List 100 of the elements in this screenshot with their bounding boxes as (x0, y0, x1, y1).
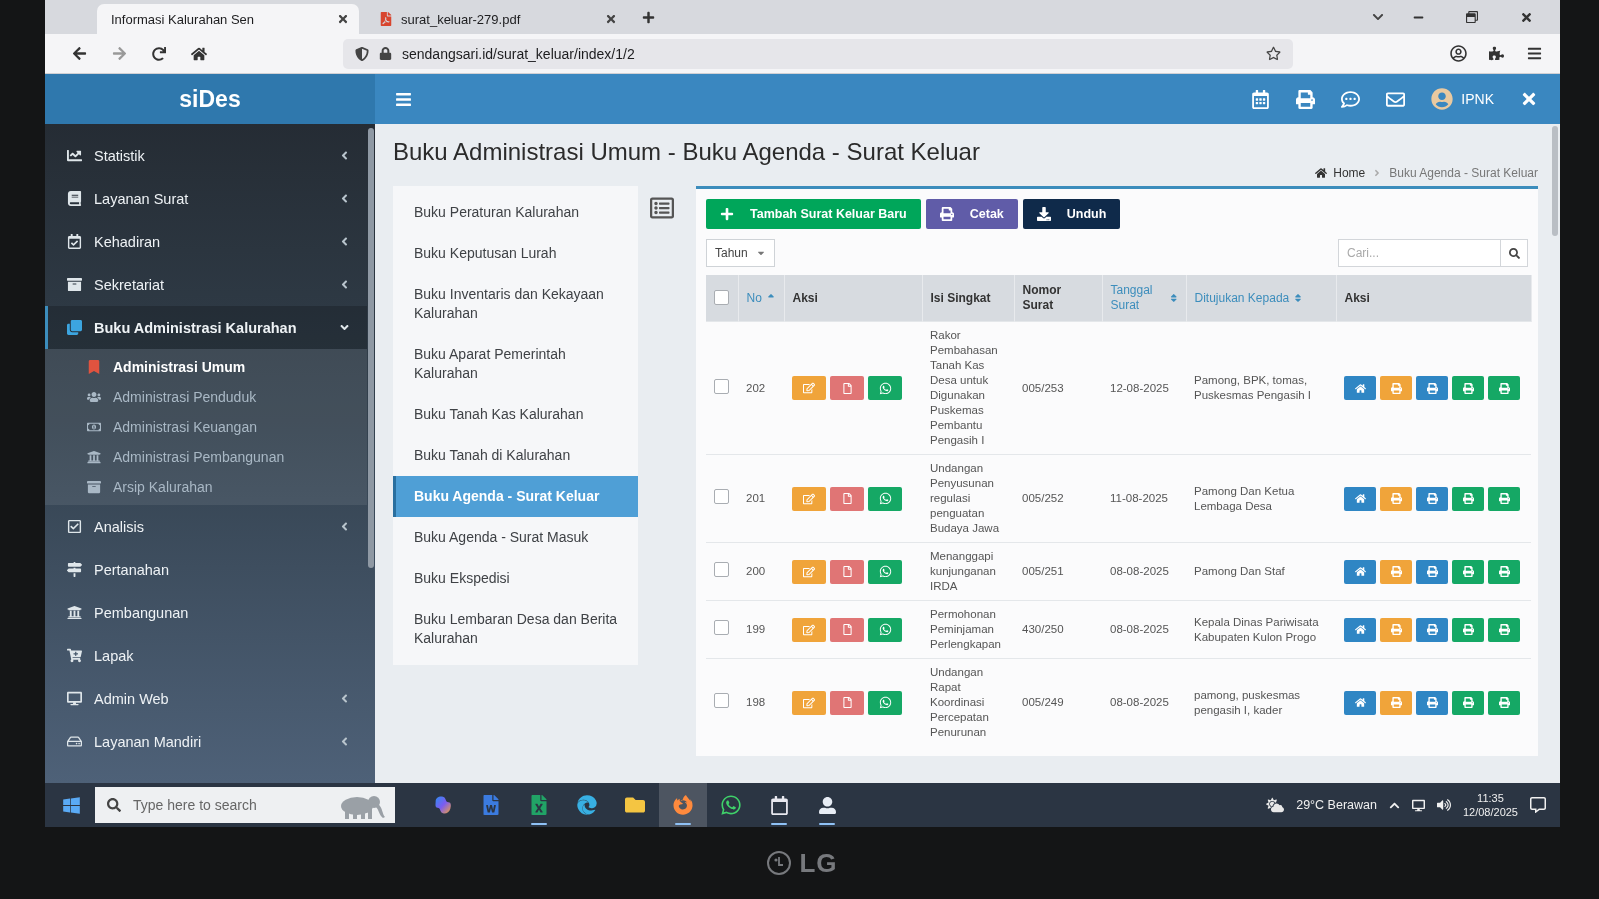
notification-icon[interactable] (1530, 797, 1546, 813)
forward-icon[interactable] (111, 46, 127, 61)
taskbar-search-box[interactable]: Type here to search (95, 787, 395, 823)
home-button[interactable] (1344, 486, 1376, 511)
print-button[interactable] (1452, 486, 1484, 511)
close-icon[interactable] (605, 13, 617, 25)
chat-button[interactable] (868, 486, 902, 511)
checkbox[interactable] (714, 378, 729, 394)
print-button[interactable] (1380, 486, 1412, 511)
sidebar-item[interactable]: Statistik (45, 134, 367, 177)
app-logo[interactable]: siDes (45, 74, 375, 124)
puzzle-icon[interactable] (1488, 46, 1504, 61)
submenu-item[interactable]: Administrasi Keuangan (45, 412, 367, 442)
edit-button[interactable] (792, 617, 826, 642)
search-button[interactable] (1500, 239, 1528, 267)
file-button[interactable] (830, 376, 864, 400)
home-button[interactable] (1344, 376, 1376, 400)
chat-button[interactable] (868, 559, 902, 584)
home-button[interactable] (1344, 617, 1376, 642)
checkbox[interactable] (714, 562, 729, 577)
book-menu-item[interactable]: Buku Aparat Pemerintah Kalurahan (393, 334, 638, 394)
sort-icon[interactable] (1293, 293, 1304, 303)
new-tab-icon[interactable] (641, 10, 655, 24)
calendar-icon[interactable] (1251, 89, 1271, 109)
print-button[interactable] (1452, 617, 1484, 642)
sidebar-item[interactable]: Buku Administrasi Kalurahan (45, 306, 367, 349)
comment-icon[interactable] (1341, 89, 1361, 109)
scrollbar-thumb[interactable] (368, 128, 374, 568)
sidebar-item[interactable]: Analisis (45, 505, 367, 548)
close-icon[interactable] (1520, 90, 1538, 108)
file-button[interactable] (830, 617, 864, 642)
back-icon[interactable] (71, 46, 87, 61)
chat-button[interactable] (868, 617, 902, 642)
sidebar-item[interactable]: Layanan Surat (45, 177, 367, 220)
edit-button[interactable] (792, 376, 826, 400)
breadcrumb-link[interactable]: Home (1315, 166, 1366, 180)
star-icon[interactable] (1266, 46, 1281, 61)
user-menu[interactable]: IPNK (1431, 88, 1494, 110)
print-button[interactable] (1488, 690, 1520, 715)
file-button[interactable] (830, 559, 864, 584)
file-button[interactable] (830, 486, 864, 511)
address-field[interactable]: sendangsari.id/surat_keluar/index/1/2 (343, 38, 1293, 69)
edit-button[interactable] (792, 559, 826, 584)
print-button[interactable] (1416, 690, 1448, 715)
submenu-item[interactable]: Arsip Kalurahan (45, 472, 367, 502)
sort-icon[interactable] (1170, 293, 1178, 303)
chevron-down-icon[interactable] (1372, 11, 1384, 23)
weather-icon[interactable] (1266, 796, 1285, 814)
home-button[interactable] (1344, 559, 1376, 584)
print-button[interactable] (1488, 559, 1520, 584)
scrollbar-thumb[interactable] (1552, 126, 1558, 236)
sidebar-item[interactable]: Layanan Mandiri (45, 720, 367, 763)
book-menu-item[interactable]: Buku Peraturan Kalurahan (393, 192, 638, 233)
print-button[interactable] (1488, 486, 1520, 511)
submenu-item[interactable]: Administrasi Pembangunan (45, 442, 367, 472)
print-button[interactable] (1416, 486, 1448, 511)
print-button[interactable] (1452, 559, 1484, 584)
printer-icon[interactable] (1296, 89, 1316, 109)
print-button[interactable] (1416, 376, 1448, 400)
home-icon[interactable] (191, 45, 207, 62)
sidebar-item[interactable]: Pertanahan (45, 548, 367, 591)
sidebar-item[interactable]: Pembangunan (45, 591, 367, 634)
sidebar-item[interactable]: Sekretariat (45, 263, 367, 306)
print-button[interactable] (1380, 690, 1412, 715)
print-button[interactable]: Cetak (925, 199, 1018, 229)
book-menu-item[interactable]: Buku Inventaris dan Kekayaan Kalurahan (393, 274, 638, 334)
browser-tab[interactable]: Informasi Kalurahan Sen (97, 4, 359, 34)
print-button[interactable] (1452, 376, 1484, 400)
chat-button[interactable] (868, 690, 902, 715)
submenu-item[interactable]: Administrasi Umum (45, 352, 367, 382)
start-icon[interactable] (61, 795, 81, 815)
checkbox[interactable] (714, 693, 729, 708)
list-toggle-icon[interactable] (650, 196, 674, 220)
checkbox[interactable] (714, 489, 729, 504)
book-menu-item[interactable]: Buku Tanah di Kalurahan (393, 435, 638, 476)
close-icon[interactable] (337, 13, 349, 25)
print-button[interactable] (1488, 376, 1520, 400)
chat-button[interactable] (868, 376, 902, 400)
print-button[interactable] (1452, 690, 1484, 715)
menu-icon[interactable] (1526, 46, 1542, 61)
book-menu-item[interactable]: Buku Tanah Kas Kalurahan (393, 394, 638, 435)
book-menu-item[interactable]: Buku Ekspedisi (393, 558, 638, 599)
account-icon[interactable] (1449, 45, 1467, 62)
print-button[interactable] (1416, 617, 1448, 642)
envelope-icon[interactable] (1386, 89, 1406, 109)
browser-tab[interactable]: surat_keluar-279.pdf (365, 4, 627, 34)
search-field[interactable]: Cari... (1338, 239, 1500, 267)
sidebar-item[interactable]: Lapak (45, 634, 367, 677)
sidebar-item[interactable]: Admin Web (45, 677, 367, 720)
close-icon[interactable] (1519, 10, 1533, 24)
checkbox[interactable] (714, 289, 729, 305)
sidebar-item[interactable]: Kehadiran (45, 220, 367, 263)
print-button[interactable] (1416, 559, 1448, 584)
home-button[interactable] (1344, 690, 1376, 715)
print-button[interactable] (1380, 559, 1412, 584)
submenu-item[interactable]: Administrasi Penduduk (45, 382, 367, 412)
print-button[interactable] (1380, 617, 1412, 642)
print-button[interactable] (1380, 376, 1412, 400)
checkbox[interactable] (714, 620, 729, 635)
volume-icon[interactable] (1436, 798, 1451, 812)
